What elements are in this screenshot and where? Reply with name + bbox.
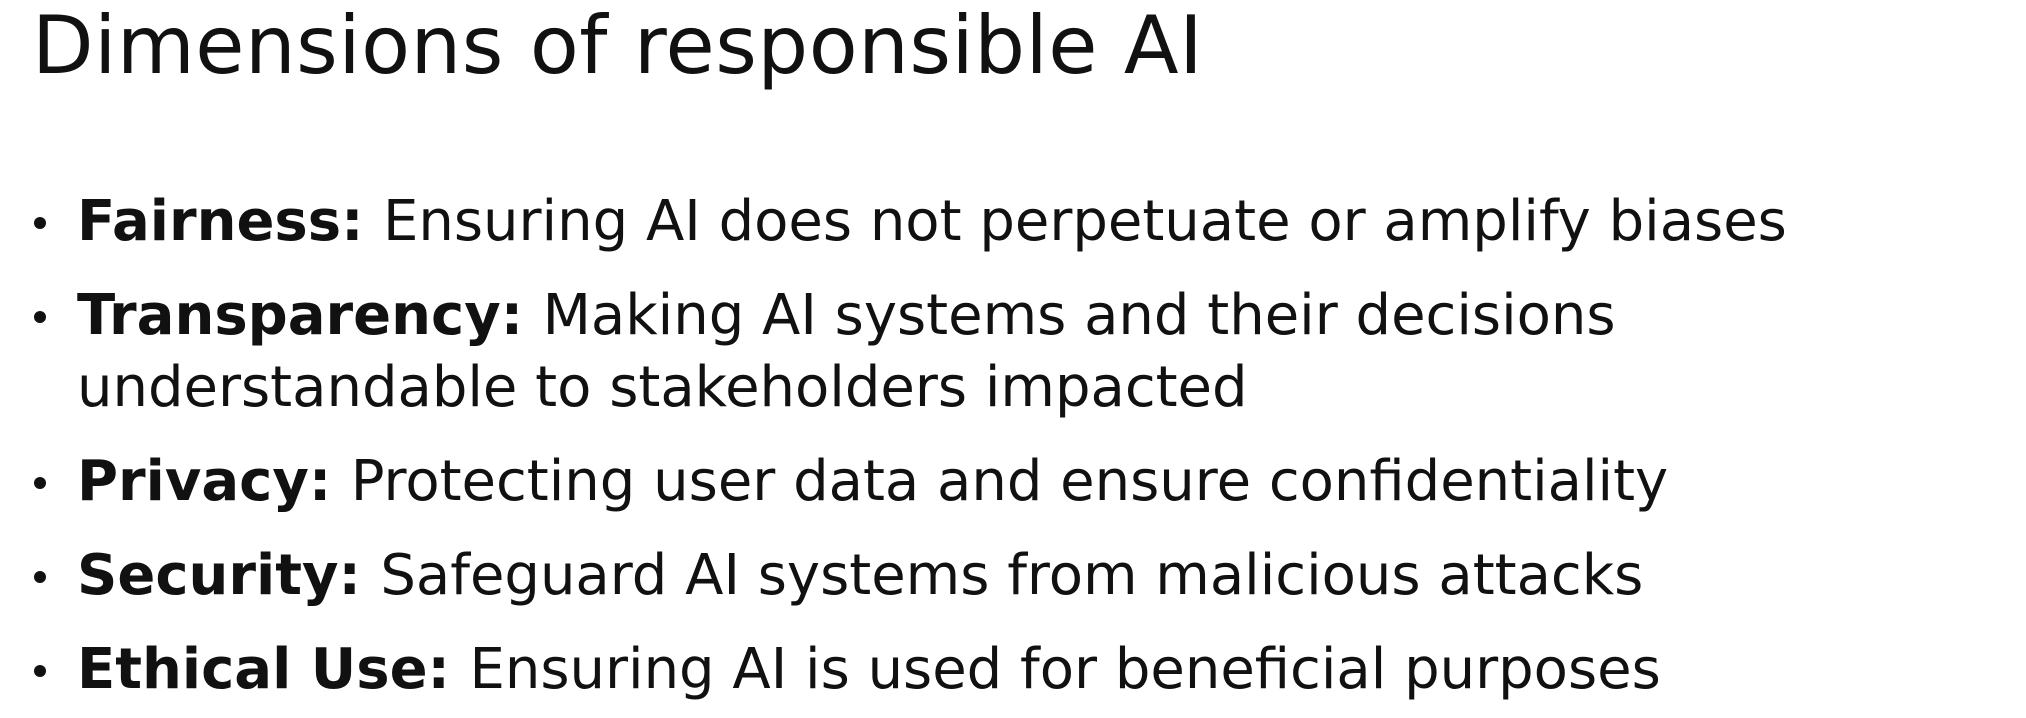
slide: Dimensions of responsible AI Fairness: E… (0, 0, 2026, 718)
bullet-dot-icon (34, 311, 46, 323)
bullet-description: Safeguard AI systems from malicious atta… (380, 543, 1644, 608)
bullet-description: Ensuring AI is used for beneficial purpo… (469, 637, 1661, 702)
bullet-description: Protecting user data and ensure confiden… (350, 449, 1669, 514)
bullet-dot-icon (34, 477, 46, 489)
bullet-dot-icon (34, 665, 46, 677)
bullet-description: Ensuring AI does not perpetuate or ampli… (382, 189, 1787, 254)
bullet-term: Fairness: (77, 189, 383, 254)
bullet-dot-icon (34, 217, 46, 229)
bullet-term: Privacy: (77, 449, 351, 514)
bullet-dot-icon (34, 571, 46, 583)
bullet-ethical-use: Ethical Use: Ensuring AI is used for ben… (32, 634, 2012, 706)
bullet-term: Ethical Use: (77, 637, 470, 702)
bullet-privacy: Privacy: Protecting user data and ensure… (32, 446, 2012, 518)
bullet-security: Security: Safeguard AI systems from mali… (32, 540, 2012, 612)
slide-title: Dimensions of responsible AI (32, 0, 1204, 92)
bullet-transparency: Transparency: Making AI systems and thei… (32, 280, 2012, 424)
bullet-list: Fairness: Ensuring AI does not perpetuat… (32, 186, 2012, 706)
bullet-term: Security: (77, 543, 381, 608)
bullet-term: Transparency: (77, 283, 543, 348)
bullet-fairness: Fairness: Ensuring AI does not perpetuat… (32, 186, 2012, 258)
